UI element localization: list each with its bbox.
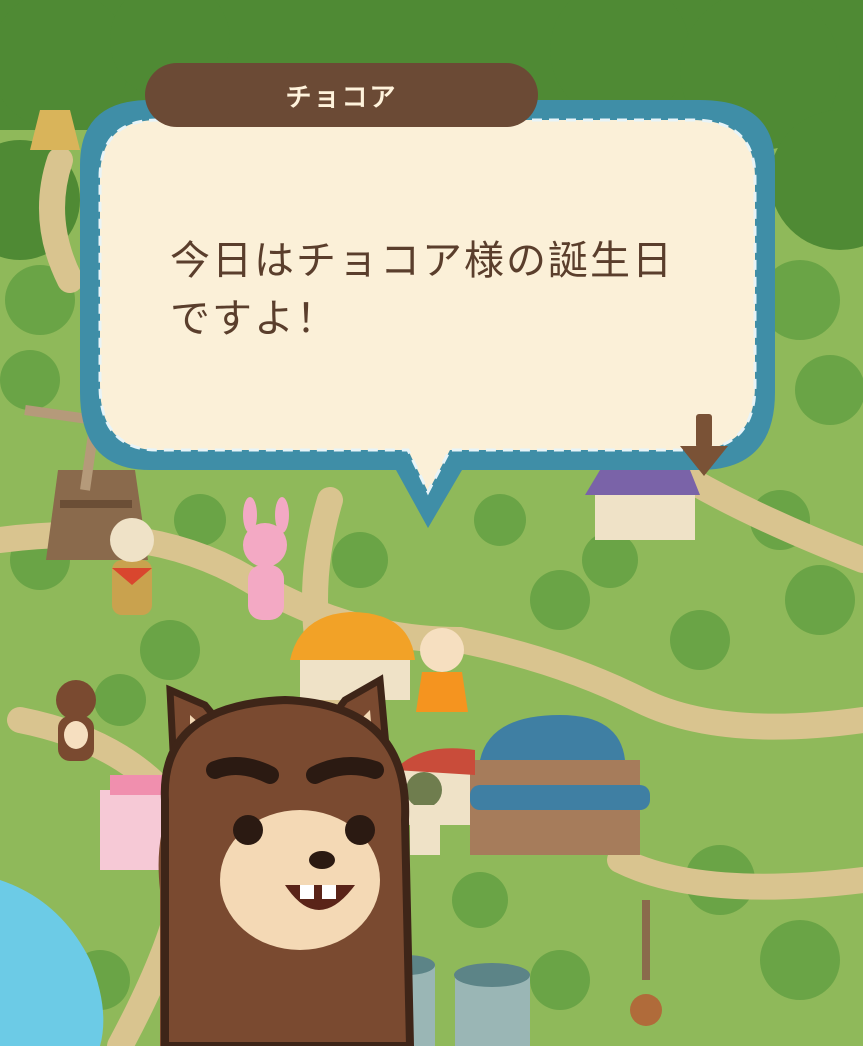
dialog-message[interactable]: 今日はチョコア様の誕生日 ですよ！ [170,232,730,348]
small-bear-character [56,680,96,761]
game-map-scene [0,0,863,1046]
goat-character [110,518,154,615]
down-arrow-icon[interactable] [676,410,732,480]
speaker-name: チョコア [285,82,398,113]
frog-character [406,772,442,855]
speaker-portrait-bear [158,674,415,1046]
purple-house [585,470,700,540]
speaker-name-tab: チョコア [145,63,538,127]
